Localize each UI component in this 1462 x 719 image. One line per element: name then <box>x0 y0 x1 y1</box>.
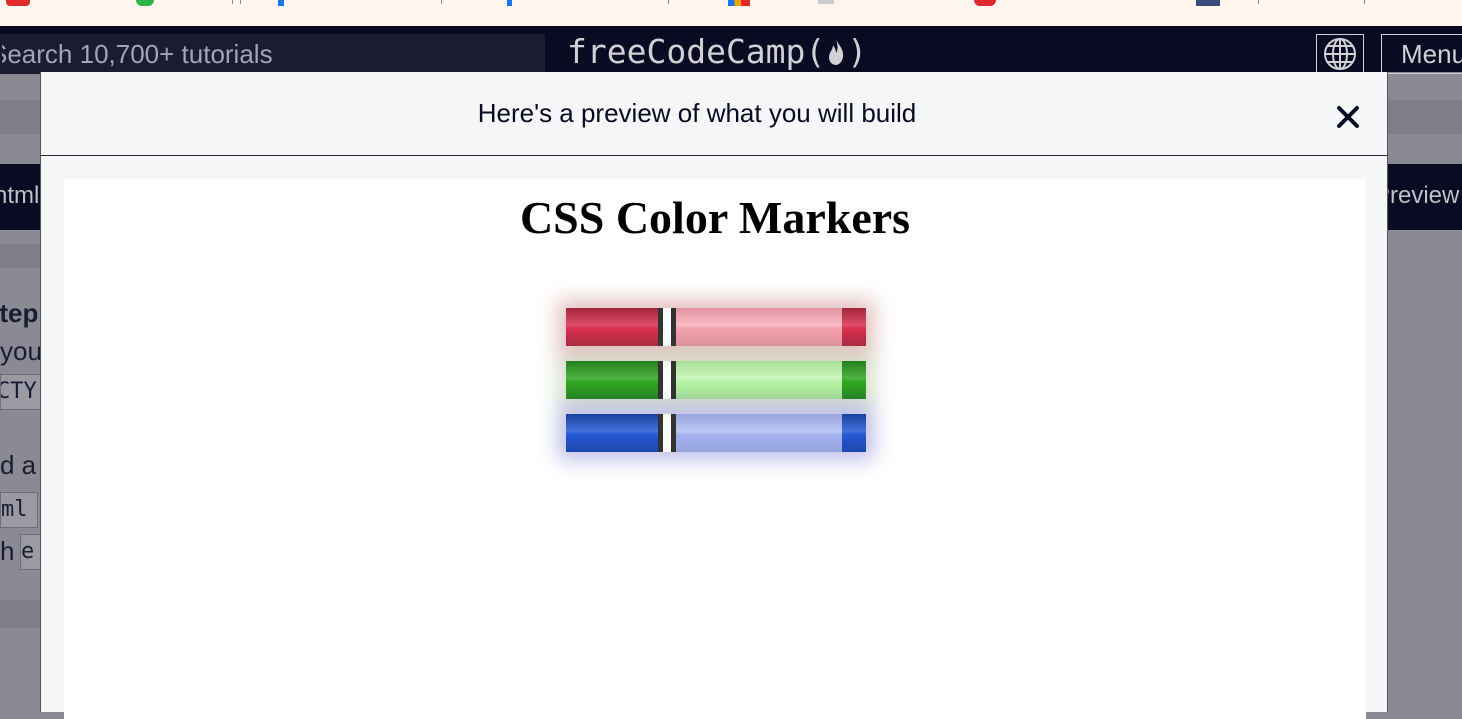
close-button[interactable] <box>1333 102 1363 132</box>
top-navbar: freeCodeCamp( ) Menu <box>0 26 1462 74</box>
logo-text: freeCodeCamp <box>567 32 806 71</box>
marker-green <box>566 361 866 399</box>
background-tab-preview: Preview <box>1388 164 1462 230</box>
background-code-cty: CTY <box>0 374 42 410</box>
bookmark-separator <box>441 0 442 4</box>
preview-modal: Here's a preview of what you will build … <box>40 72 1388 719</box>
bookmark-separator <box>240 0 241 4</box>
marker-blue <box>566 414 866 452</box>
background-divider <box>0 600 40 628</box>
marker-tip <box>842 308 866 346</box>
logo-paren-close: ) <box>847 32 868 71</box>
bookmark-whatsapp-icon[interactable] <box>136 0 154 6</box>
background-breadcrumb-right <box>1388 100 1462 134</box>
globe-icon <box>1324 38 1356 70</box>
search-input[interactable] <box>0 34 545 74</box>
marker-sleeve <box>566 308 663 346</box>
bookmark-doc-icon[interactable] <box>1196 0 1220 6</box>
background-tab-html: html <box>0 164 40 230</box>
marker-cap <box>676 308 842 346</box>
background-text-da: d a <box>0 450 37 480</box>
language-button[interactable] <box>1316 34 1364 74</box>
modal-header: Here's a preview of what you will build <box>41 72 1388 156</box>
marker-tip <box>842 414 866 452</box>
background-breadcrumb <box>0 100 40 134</box>
marker-sleeve <box>566 361 663 399</box>
bookmark-separator <box>1364 0 1365 4</box>
background-divider <box>0 244 40 268</box>
menu-button[interactable]: Menu <box>1381 34 1462 74</box>
marker-red <box>566 308 866 346</box>
flame-icon <box>825 36 847 66</box>
bookmark-gray-icon[interactable] <box>818 0 834 4</box>
background-code-e: e <box>20 534 42 570</box>
close-icon <box>1337 106 1359 128</box>
bookmark-blue-icon[interactable] <box>507 0 512 6</box>
bookmarks-bar <box>0 0 1462 27</box>
background-text-you: you <box>0 336 40 366</box>
marker-cap <box>676 361 842 399</box>
bookmark-separator <box>232 0 233 4</box>
preview-heading: CSS Color Markers <box>519 192 911 243</box>
bookmark-separator <box>668 0 669 4</box>
markers-container <box>566 308 866 467</box>
logo-paren-open: ( <box>805 32 826 71</box>
marker-tip <box>842 361 866 399</box>
bookmark-youtube-icon[interactable] <box>6 0 30 6</box>
bookmark-apps-icon[interactable] <box>728 0 750 6</box>
bookmark-blue-icon[interactable] <box>278 0 284 6</box>
modal-title: Here's a preview of what you will build <box>477 98 917 128</box>
bookmark-separator <box>1258 0 1259 4</box>
marker-sleeve <box>566 414 663 452</box>
site-logo[interactable]: freeCodeCamp( ) <box>567 32 867 71</box>
background-code-ml: ml <box>0 492 38 528</box>
marker-cap <box>676 414 842 452</box>
background-step-heading: Step 1 <box>0 298 40 328</box>
bookmark-red-circle-icon[interactable] <box>974 0 996 6</box>
preview-frame: CSS Color Markers <box>64 179 1366 719</box>
